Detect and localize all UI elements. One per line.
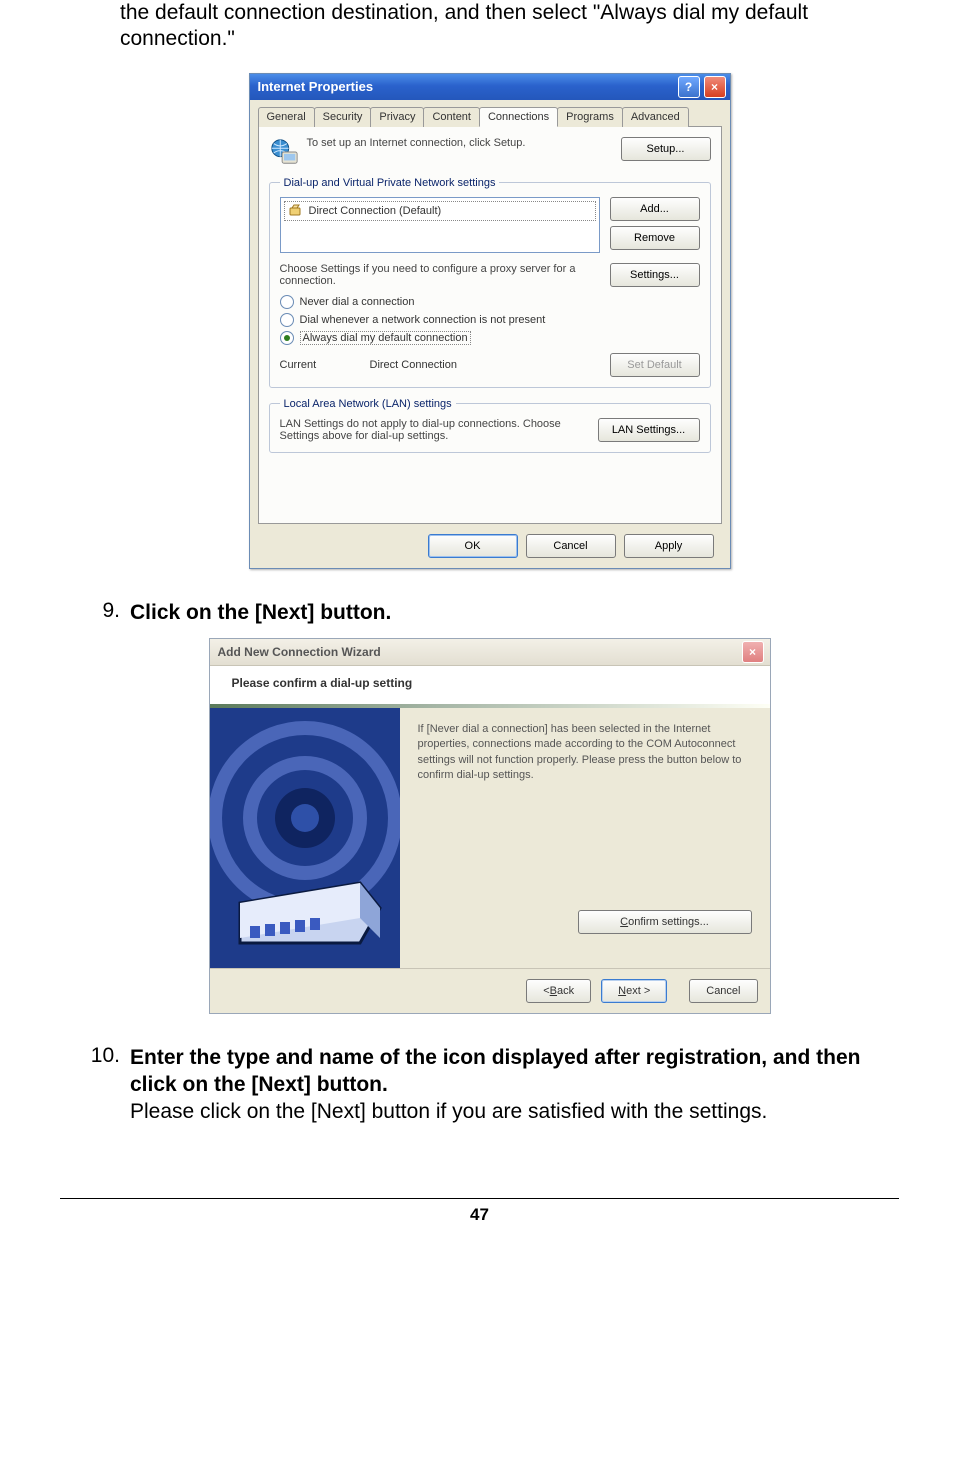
group-dialup-legend: Dial-up and Virtual Private Network sett… (280, 177, 500, 189)
set-default-button: Set Default (610, 353, 700, 377)
settings-button[interactable]: Settings... (610, 263, 700, 287)
tab-programs[interactable]: Programs (557, 107, 623, 127)
wizard-title: Add New Connection Wizard (218, 645, 738, 659)
radio-icon (280, 313, 294, 327)
figure-internet-properties: Internet Properties ? × General Security… (80, 73, 899, 569)
step-text-plain: Please click on the [Next] button if you… (130, 1100, 767, 1123)
group-dialup: Dial-up and Virtual Private Network sett… (269, 177, 711, 388)
apply-button[interactable]: Apply (624, 534, 714, 558)
tab-strip: General Security Privacy Content Connect… (258, 106, 722, 127)
setup-text: To set up an Internet connection, click … (307, 137, 613, 149)
ok-button[interactable]: OK (428, 534, 518, 558)
dialog-add-connection-wizard: Add New Connection Wizard × Please confi… (209, 638, 771, 1014)
group-lan: Local Area Network (LAN) settings LAN Se… (269, 398, 711, 453)
step-text: Click on the [Next] button. (130, 599, 899, 626)
tab-security[interactable]: Security (314, 107, 372, 127)
connection-item-label: Direct Connection (Default) (309, 205, 442, 217)
tab-general[interactable]: General (258, 107, 315, 127)
intro-paragraph: the default connection destination, and … (120, 0, 899, 53)
radio-label: Always dial my default connection (300, 331, 471, 345)
help-button[interactable]: ? (678, 76, 700, 98)
next-button[interactable]: Next > (601, 979, 667, 1003)
step-number: 10. (80, 1044, 130, 1126)
close-button[interactable]: × (704, 76, 726, 98)
cancel-button[interactable]: Cancel (689, 979, 757, 1003)
step-text: Enter the type and name of the icon disp… (130, 1044, 899, 1126)
current-value: Direct Connection (370, 359, 600, 371)
wizard-titlebar: Add New Connection Wizard × (210, 639, 770, 666)
radio-icon (280, 295, 294, 309)
dialog-internet-properties: Internet Properties ? × General Security… (249, 73, 731, 569)
wizard-header: Please confirm a dial-up setting (210, 666, 770, 704)
cancel-button[interactable]: Cancel (526, 534, 616, 558)
wizard-image (210, 708, 400, 968)
close-button[interactable]: × (742, 641, 764, 663)
connections-listbox[interactable]: Direct Connection (Default) (280, 197, 600, 253)
step-10: 10. Enter the type and name of the icon … (80, 1044, 899, 1126)
group-lan-legend: Local Area Network (LAN) settings (280, 398, 456, 410)
radio-always-dial[interactable]: Always dial my default connection (280, 331, 700, 345)
radio-dial-whenever[interactable]: Dial whenever a network connection is no… (280, 313, 700, 327)
radio-label: Never dial a connection (300, 296, 415, 308)
tab-content[interactable]: Content (423, 107, 480, 127)
tab-privacy[interactable]: Privacy (370, 107, 424, 127)
remove-button[interactable]: Remove (610, 226, 700, 250)
back-button[interactable]: < Back (526, 979, 591, 1003)
page-number: 47 (60, 1198, 899, 1225)
confirm-settings-button[interactable]: CConfirm settings...onfirm settings... (578, 910, 752, 934)
wizard-body-text: If [Never dial a connection] has been se… (418, 722, 752, 784)
lan-text: LAN Settings do not apply to dial-up con… (280, 418, 588, 442)
radio-icon (280, 331, 294, 345)
globe-icon (269, 137, 299, 167)
current-label: Current (280, 359, 360, 371)
radio-never-dial[interactable]: Never dial a connection (280, 295, 700, 309)
dialog-title: Internet Properties (258, 79, 674, 94)
lan-settings-button[interactable]: LAN Settings... (598, 418, 700, 442)
step-text-bold: Enter the type and name of the icon disp… (130, 1046, 860, 1096)
tab-connections[interactable]: Connections (479, 107, 558, 127)
step-number: 9. (80, 599, 130, 626)
add-button[interactable]: Add... (610, 197, 700, 221)
connection-item[interactable]: Direct Connection (Default) (284, 201, 596, 221)
tab-advanced[interactable]: Advanced (622, 107, 689, 127)
choose-settings-text: Choose Settings if you need to configure… (280, 263, 600, 287)
figure-wizard: Add New Connection Wizard × Please confi… (80, 638, 899, 1014)
radio-label: Dial whenever a network connection is no… (300, 314, 546, 326)
step-9: 9. Click on the [Next] button. (80, 599, 899, 626)
setup-button[interactable]: Setup... (621, 137, 711, 161)
connection-icon (287, 203, 303, 219)
titlebar: Internet Properties ? × (250, 74, 730, 100)
